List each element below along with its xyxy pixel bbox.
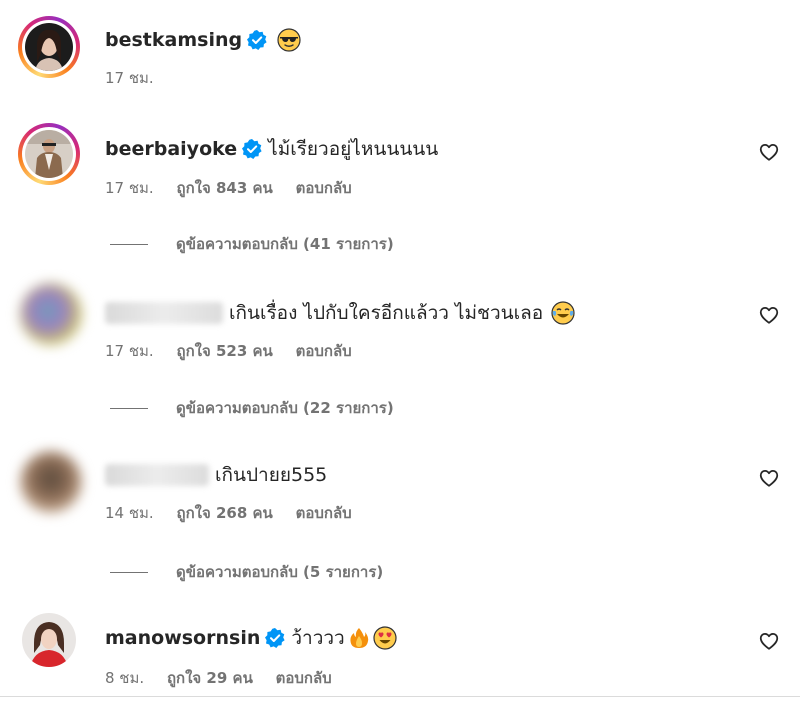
verified-badge-icon <box>247 30 267 50</box>
avatar[interactable] <box>20 283 82 345</box>
view-replies-button[interactable]: ดูข้อความตอบกลับ (41 รายการ) <box>110 232 394 256</box>
bottom-divider <box>0 696 800 697</box>
comment-likes[interactable]: ถูกใจ 523 คน <box>176 342 272 360</box>
view-replies-label: ดูข้อความตอบกลับ (41 รายการ) <box>176 235 394 253</box>
avatar[interactable] <box>20 451 82 513</box>
reply-button[interactable]: ตอบกลับ <box>296 342 352 360</box>
tears-of-joy-emoji-icon <box>551 301 575 325</box>
comment-likes[interactable]: ถูกใจ 843 คน <box>176 179 272 197</box>
comment-timestamp[interactable]: 17 ชม. <box>105 342 154 360</box>
comment-timestamp[interactable]: 8 ชม. <box>105 669 144 687</box>
avatar <box>25 23 73 71</box>
replies-divider-line <box>110 571 148 573</box>
avatar[interactable] <box>22 613 76 667</box>
comment-text: เกินปายย555 <box>215 464 328 486</box>
comment-username[interactable]: beerbaiyoke <box>105 138 237 160</box>
comment-text: ไม้เรียวอยู่ไหนนนนน <box>268 138 439 160</box>
view-replies-button[interactable]: ดูข้อความตอบกลับ (22 รายการ) <box>110 396 394 420</box>
comment-likes[interactable]: ถูกใจ 29 คน <box>167 669 253 687</box>
comment-username[interactable]: bestkamsing <box>105 29 242 51</box>
reply-button[interactable]: ตอบกลับ <box>296 179 352 197</box>
reply-button[interactable]: ตอบกลับ <box>276 669 332 687</box>
comment-likes[interactable]: ถูกใจ 268 คน <box>176 504 272 522</box>
heart-eyes-emoji-icon <box>373 626 397 650</box>
comment-username[interactable] <box>105 464 209 486</box>
comment-text: เกินเรื่อง ไปกับใครอีกแล้วว ไม่ชวนเลอ <box>229 302 544 324</box>
comment-timestamp[interactable]: 17 ชม. <box>105 179 154 197</box>
avatar-story-ring[interactable] <box>18 123 80 185</box>
comment-timestamp[interactable]: 17 ชม. <box>105 69 154 87</box>
comment-username[interactable] <box>105 302 223 324</box>
reply-button[interactable]: ตอบกลับ <box>296 504 352 522</box>
replies-divider-line <box>110 407 148 409</box>
view-replies-button[interactable]: ดูข้อความตอบกลับ (5 รายการ) <box>110 560 383 584</box>
comment-text: ว้าววว <box>291 627 345 649</box>
sunglasses-emoji-icon <box>277 28 301 52</box>
comment-timestamp[interactable]: 14 ชม. <box>105 504 154 522</box>
fire-emoji-icon <box>350 628 368 648</box>
like-heart-icon[interactable] <box>758 467 780 489</box>
replies-divider-line <box>110 243 148 245</box>
verified-badge-icon <box>242 139 262 159</box>
like-heart-icon[interactable] <box>758 630 780 652</box>
view-replies-label: ดูข้อความตอบกลับ (22 รายการ) <box>176 399 394 417</box>
verified-badge-icon <box>265 628 285 648</box>
like-heart-icon[interactable] <box>758 304 780 326</box>
like-heart-icon[interactable] <box>758 141 780 163</box>
comment-username[interactable]: manowsornsin <box>105 627 260 649</box>
avatar <box>25 130 73 178</box>
avatar-story-ring[interactable] <box>18 16 80 78</box>
view-replies-label: ดูข้อความตอบกลับ (5 รายการ) <box>176 563 384 581</box>
